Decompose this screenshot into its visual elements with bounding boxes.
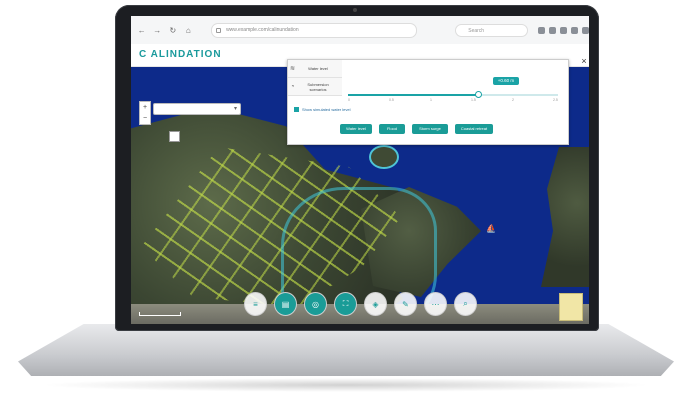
scenario-button[interactable]: Storm surge (412, 124, 448, 134)
scale-bar (139, 312, 181, 316)
toolbar-button[interactable]: ⌕ (454, 292, 477, 316)
reload-icon[interactable]: ↻ (168, 25, 178, 36)
slider-tick-label: 1.5 (471, 98, 476, 102)
close-button[interactable]: × (578, 56, 589, 66)
islet (371, 147, 397, 167)
lock-icon (216, 27, 222, 33)
slider-tick-label: 2 (512, 98, 514, 102)
app-logo[interactable]: C ALINDATION (139, 49, 222, 60)
slider-tick-label: 1 (430, 98, 432, 102)
toolbar-button[interactable]: ≡ (244, 292, 267, 316)
water-level-panel: × ≋ Water level ◔ Submersion scenarios +… (287, 56, 589, 145)
slider-ticks: 0 0.5 1 1.5 2 2.5 (348, 98, 558, 104)
checkbox-label: Show simulated water level (302, 107, 351, 112)
panel-tabs: ≋ Water level ◔ Submersion scenarios (288, 60, 342, 100)
laptop-shadow (40, 378, 652, 392)
webcam-icon (353, 8, 357, 12)
zoom-in-button[interactable]: + (140, 102, 150, 113)
simulation-checkbox-row[interactable]: Show simulated water level (294, 107, 350, 112)
extension-icon[interactable] (549, 26, 557, 34)
extension-icon[interactable] (571, 26, 579, 34)
checkbox[interactable] (294, 107, 299, 112)
toolbar-button[interactable]: ✎ (394, 292, 417, 316)
laptop-mockup: ← → ↻ ⌂ www.example.com/calinundation Se… (0, 0, 692, 409)
back-icon[interactable]: ← (137, 25, 147, 36)
extension-icon[interactable] (560, 26, 568, 34)
slider-thumb[interactable] (475, 91, 483, 98)
home-icon[interactable]: ⌂ (184, 25, 194, 36)
toolbar-button[interactable]: ◈ (364, 292, 387, 316)
scenario-button[interactable]: Water level (340, 124, 372, 134)
forward-icon[interactable]: → (153, 25, 163, 36)
zoom-control: + − (139, 101, 151, 125)
layer-toggle-button[interactable] (169, 131, 180, 142)
map-search-input[interactable]: ▾ (153, 103, 241, 115)
toolbar-button[interactable]: ⛶ (334, 292, 357, 316)
url-text: www.example.com/calinundation (226, 26, 299, 33)
laptop-screen: ← → ↻ ⌂ www.example.com/calinundation Se… (131, 16, 589, 324)
legend-thumbnail[interactable] (559, 293, 583, 321)
browser-search-input[interactable]: Search (455, 23, 529, 37)
chevron-down-icon: ▾ (233, 106, 237, 112)
address-bar[interactable]: www.example.com/calinundation (211, 22, 418, 38)
water-level-value-badge: +0.60 m (493, 77, 519, 85)
gauge-icon: ◔ (290, 83, 295, 90)
scenario-button[interactable]: Flood (379, 124, 405, 134)
boat-icon: ⛵ (486, 224, 496, 233)
tab-submersion[interactable]: ◔ Submersion scenarios (288, 78, 342, 96)
menu-icon[interactable] (582, 26, 589, 34)
extension-icons (534, 26, 589, 34)
land-area (541, 147, 589, 287)
waves-icon: ≋ (289, 66, 296, 72)
slider-tick-label: 2.5 (553, 98, 558, 102)
tab-label: Water level (308, 66, 328, 71)
laptop-base (18, 324, 674, 376)
tab-water-level[interactable]: ≋ Water level (288, 60, 342, 78)
scenario-buttons: Water level Flood Storm surge Coastal retre… (340, 124, 500, 134)
toolbar-button[interactable]: ▤ (274, 292, 297, 316)
slider-tick-label: 0.5 (389, 98, 394, 102)
toolbar-button[interactable]: ◎ (304, 292, 327, 316)
toolbar-button[interactable]: ⋯ (424, 292, 447, 316)
tab-label: Submersion scenarios (307, 81, 329, 92)
map-toolbar: ≡ ▤ ◎ ⛶ ◈ ✎ ⋯ ⌕ (244, 292, 484, 320)
slider-tick-label: 0 (348, 98, 350, 102)
extension-icon[interactable] (538, 26, 546, 34)
zoom-out-button[interactable]: − (140, 113, 150, 124)
slider-fill (348, 94, 479, 96)
water-level-slider[interactable] (348, 91, 558, 98)
browser-toolbar: ← → ↻ ⌂ www.example.com/calinundation Se… (131, 16, 589, 45)
scenario-button[interactable]: Coastal retreat (455, 124, 493, 134)
